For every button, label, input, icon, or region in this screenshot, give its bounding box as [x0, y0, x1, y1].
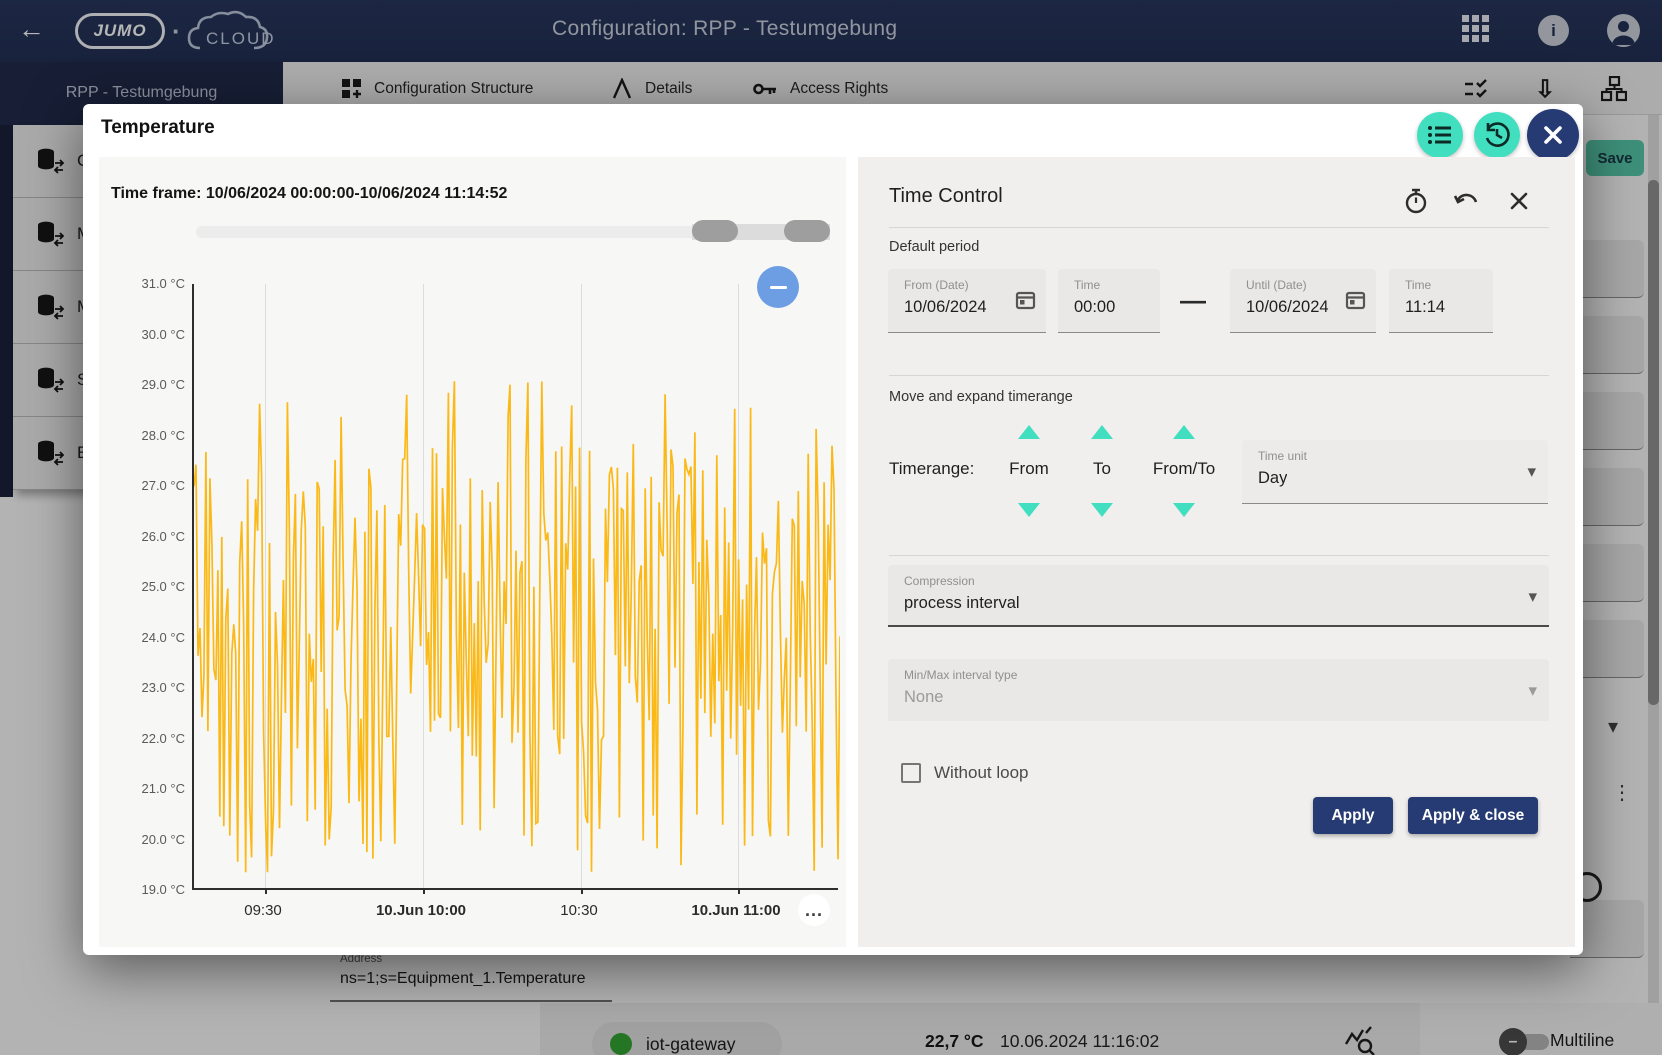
- undo-icon[interactable]: [1453, 187, 1481, 215]
- y-axis-tick-label: 28.0 °C: [141, 428, 185, 443]
- time-control-panel: Time Control Default pe: [858, 157, 1575, 947]
- app-root: ← JUMO · CLOUD Configuration: RPP - Test…: [0, 0, 1662, 1055]
- history-clock-icon: [1483, 121, 1511, 149]
- increase-to-arrow[interactable]: [1091, 425, 1113, 439]
- y-axis-tick-label: 24.0 °C: [141, 630, 185, 645]
- timerange-option-to: To: [1093, 459, 1111, 479]
- field-label: Time unit: [1258, 449, 1307, 463]
- compression-select[interactable]: Compression process interval ▾: [888, 565, 1549, 627]
- field-label: Time: [1405, 278, 1431, 292]
- until-date-field[interactable]: Until (Date) 10/06/2024: [1230, 269, 1376, 333]
- x-axis-tick: [581, 888, 583, 894]
- apply-close-button[interactable]: Apply & close: [1408, 797, 1538, 834]
- time-control-title: Time Control: [889, 185, 1003, 208]
- x-axis-tick-label: 10.Jun 11:00: [691, 902, 780, 919]
- x-axis-tick-label: 10.Jun 10:00: [376, 902, 466, 919]
- decrease-from-arrow[interactable]: [1018, 503, 1040, 517]
- without-loop-checkbox[interactable]: [901, 763, 921, 783]
- decrease-fromto-arrow[interactable]: [1173, 503, 1195, 517]
- list-icon: [1427, 123, 1453, 147]
- y-axis-tick-label: 25.0 °C: [141, 579, 185, 594]
- field-value: 10/06/2024: [904, 298, 987, 317]
- y-axis-tick-label: 26.0 °C: [141, 529, 185, 544]
- field-label: From (Date): [904, 278, 969, 292]
- modal-title: Temperature: [101, 117, 215, 139]
- until-time-field[interactable]: Time 11:14: [1389, 269, 1493, 333]
- field-value: None: [904, 688, 943, 707]
- x-axis-tick-label: 09:30: [244, 902, 282, 919]
- from-time-field[interactable]: Time 00:00: [1058, 269, 1160, 333]
- y-axis-tick-label: 23.0 °C: [141, 680, 185, 695]
- y-axis-labels: 31.0 °C30.0 °C29.0 °C28.0 °C27.0 °C26.0 …: [99, 284, 185, 904]
- y-axis-tick-label: 21.0 °C: [141, 781, 185, 796]
- time-unit-select[interactable]: Time unit Day ▾: [1242, 440, 1548, 504]
- from-date-field[interactable]: From (Date) 10/06/2024: [888, 269, 1046, 333]
- apply-button[interactable]: Apply: [1313, 797, 1393, 834]
- field-label: Time: [1074, 278, 1100, 292]
- field-label: Compression: [904, 574, 975, 588]
- y-axis-tick-label: 20.0 °C: [141, 832, 185, 847]
- x-axis-tick: [265, 888, 267, 894]
- chevron-down-icon: ▾: [1527, 462, 1536, 482]
- timerange-label: Timerange:: [889, 459, 974, 479]
- panel-close-icon[interactable]: [1505, 187, 1533, 215]
- zoom-out-button[interactable]: [757, 266, 799, 308]
- minus-icon: [770, 286, 787, 289]
- divider: [889, 375, 1549, 376]
- chevron-down-icon: ▾: [1528, 587, 1537, 607]
- y-axis-tick-label: 29.0 °C: [141, 377, 185, 392]
- time-history-button[interactable]: [1474, 112, 1520, 158]
- time-frame-text: Time frame: 10/06/2024 00:00:00-10/06/20…: [111, 185, 507, 203]
- x-axis-tick: [423, 888, 425, 894]
- increase-fromto-arrow[interactable]: [1173, 425, 1195, 439]
- chart-card: Time frame: 10/06/2024 00:00:00-10/06/20…: [99, 157, 846, 947]
- field-label: Min/Max interval type: [904, 668, 1017, 682]
- slider-handle-left[interactable]: [692, 220, 738, 242]
- temperature-modal: Temperature Time frame: 10/06/2024 00:00…: [83, 104, 1583, 955]
- chart-plot-area[interactable]: [192, 284, 838, 890]
- field-value: 10/06/2024: [1246, 298, 1329, 317]
- stopwatch-icon[interactable]: [1402, 187, 1430, 215]
- slider-handle-right[interactable]: [784, 220, 830, 242]
- field-value: Day: [1258, 469, 1287, 488]
- move-expand-section-label: Move and expand timerange: [889, 389, 1073, 405]
- close-icon: [1542, 124, 1564, 146]
- y-axis-tick-label: 19.0 °C: [141, 882, 185, 897]
- decrease-to-arrow[interactable]: [1091, 503, 1113, 517]
- timerange-option-from: From: [1009, 459, 1049, 479]
- field-value: process interval: [904, 594, 1020, 613]
- without-loop-label: Without loop: [934, 763, 1029, 783]
- x-axis-tick-label: 10:30: [560, 902, 598, 919]
- field-value: 11:14: [1405, 298, 1445, 317]
- increase-from-arrow[interactable]: [1018, 425, 1040, 439]
- field-label: Until (Date): [1246, 278, 1307, 292]
- y-axis-tick-label: 27.0 °C: [141, 478, 185, 493]
- x-axis-tick: [738, 888, 740, 894]
- chevron-down-icon: ▾: [1528, 681, 1537, 701]
- calendar-icon[interactable]: [1345, 289, 1366, 315]
- temperature-line-chart: [194, 284, 840, 890]
- modal-close-button[interactable]: [1527, 109, 1579, 161]
- channel-list-button[interactable]: [1417, 112, 1463, 158]
- default-period-section-label: Default period: [889, 239, 979, 255]
- chart-menu-button[interactable]: ...: [798, 894, 830, 926]
- y-axis-tick-label: 22.0 °C: [141, 731, 185, 746]
- minmax-interval-select[interactable]: Min/Max interval type None ▾: [888, 659, 1549, 721]
- x-axis-labels: 09:30 10.Jun 10:00 10:30 10.Jun 11:00: [192, 902, 838, 926]
- calendar-icon[interactable]: [1015, 289, 1036, 315]
- field-value: 00:00: [1074, 298, 1115, 317]
- divider: [889, 555, 1549, 556]
- range-dash: —: [1180, 285, 1206, 316]
- timerange-option-fromto: From/To: [1153, 459, 1215, 479]
- divider: [889, 227, 1549, 228]
- y-axis-tick-label: 31.0 °C: [141, 276, 185, 291]
- y-axis-tick-label: 30.0 °C: [141, 327, 185, 342]
